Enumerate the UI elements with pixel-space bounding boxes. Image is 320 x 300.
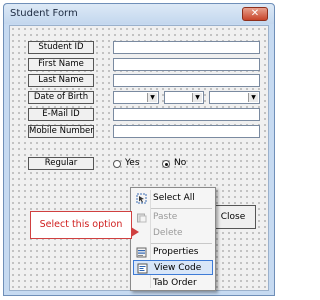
- window-title: Student Form: [10, 8, 78, 19]
- label-mobile-number: Mobile Number: [28, 125, 94, 138]
- radio-yes[interactable]: [113, 160, 121, 168]
- callout-arrow-icon: [131, 227, 139, 237]
- label-student-id: Student ID: [28, 41, 94, 54]
- label-date-of-birth: Date of Birth: [28, 91, 94, 104]
- menu-item-tab-order[interactable]: Tab Order: [133, 276, 213, 291]
- radio-no-label: No: [174, 158, 187, 168]
- menu-separator: [151, 243, 212, 244]
- label-regular: Regular: [28, 157, 94, 170]
- radio-no[interactable]: [162, 160, 170, 168]
- menu-item-paste[interactable]: Paste: [133, 210, 213, 225]
- menu-separator: [151, 208, 212, 209]
- first-name-textbox[interactable]: [113, 58, 260, 71]
- label-last-name: Last Name: [28, 74, 94, 87]
- chevron-down-icon[interactable]: ▼: [248, 93, 258, 102]
- menu-item-delete[interactable]: Delete: [133, 226, 213, 241]
- menu-item-properties[interactable]: Properties: [133, 245, 213, 260]
- select-all-icon: [136, 193, 147, 204]
- last-name-textbox[interactable]: [113, 74, 260, 87]
- menu-item-label: View Code: [154, 263, 202, 273]
- label-first-name: First Name: [28, 58, 94, 71]
- close-form-button[interactable]: Close: [210, 205, 256, 229]
- menu-item-select-all[interactable]: Select All: [133, 191, 213, 206]
- email-textbox[interactable]: [113, 108, 260, 121]
- menu-item-label: Delete: [153, 228, 183, 238]
- dob-year-combobox[interactable]: ▼: [209, 91, 260, 104]
- context-menu: Select All Paste Delete Properties View …: [130, 187, 216, 291]
- label-email-id: E-Mail ID: [28, 108, 94, 121]
- chevron-down-icon[interactable]: ▼: [192, 93, 202, 102]
- dob-day-combobox[interactable]: ▼: [113, 91, 159, 104]
- menu-item-view-code[interactable]: View Code: [133, 260, 213, 275]
- menu-item-label: Properties: [153, 247, 199, 257]
- properties-icon: [136, 247, 147, 258]
- menu-item-label: Select All: [153, 193, 195, 203]
- view-code-icon: [137, 263, 148, 274]
- menu-item-label: Paste: [153, 212, 178, 222]
- radio-yes-label: Yes: [125, 158, 140, 168]
- paste-icon: [136, 212, 147, 223]
- student-id-textbox[interactable]: [113, 41, 260, 54]
- instruction-callout: Select this option: [30, 211, 132, 239]
- chevron-down-icon[interactable]: ▼: [147, 93, 157, 102]
- mobile-number-textbox[interactable]: [113, 125, 260, 138]
- menu-item-label: Tab Order: [153, 278, 197, 288]
- window-close-button[interactable]: ✕: [242, 7, 268, 21]
- dob-month-combobox[interactable]: ▼: [164, 91, 204, 104]
- title-bar: Student Form ✕: [4, 4, 274, 24]
